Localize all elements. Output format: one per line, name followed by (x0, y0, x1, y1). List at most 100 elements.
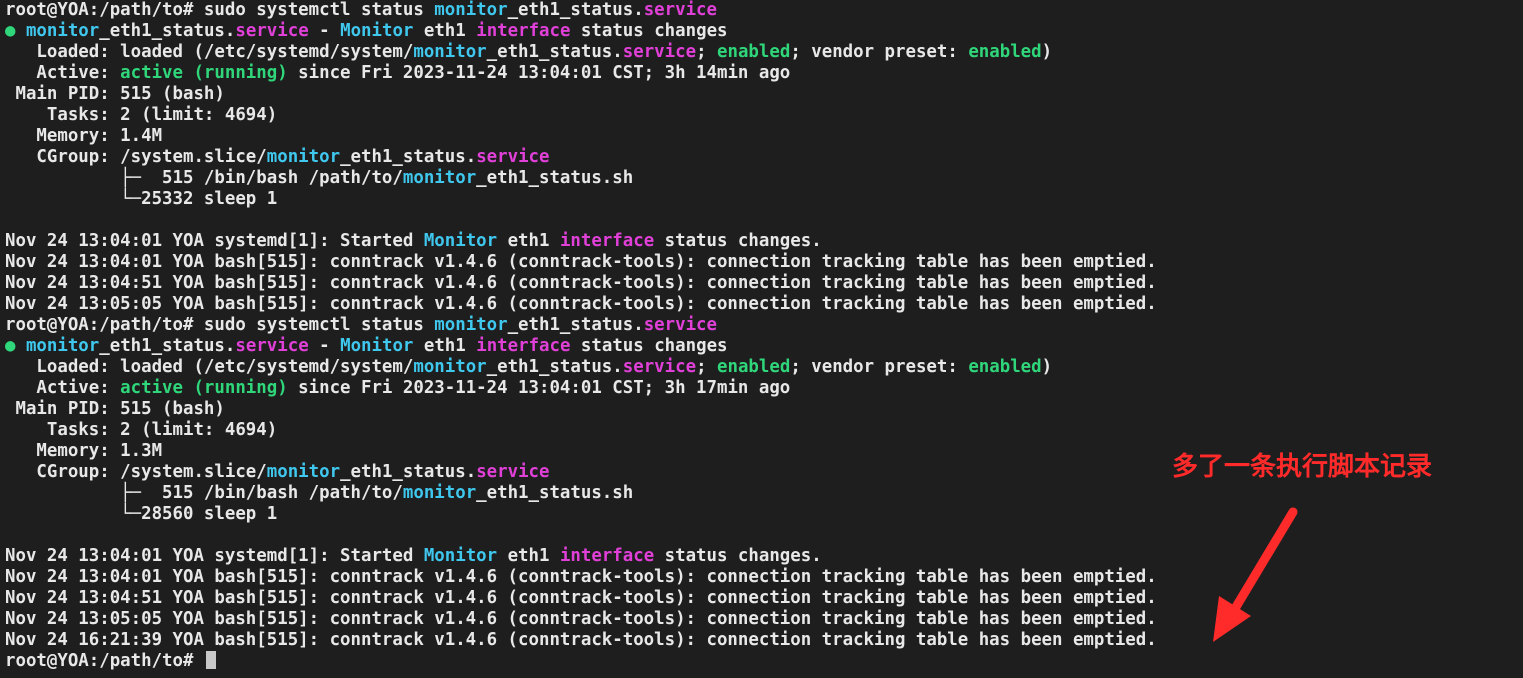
terminal-text: active (running) (120, 63, 288, 83)
terminal-text: interface (476, 336, 571, 356)
terminal-text: service (622, 42, 697, 62)
terminal-text: Monitor (340, 336, 414, 356)
terminal-text: Loaded: loaded (/etc/systemd/system/ (5, 357, 414, 377)
terminal-text: ) (1041, 42, 1053, 62)
terminal-text: ; (696, 42, 718, 62)
terminal-text: Nov 24 13:04:51 YOA bash[515]: conntrack… (5, 588, 1157, 608)
terminal-text: Monitor (423, 231, 498, 251)
terminal-text: enabled (717, 42, 791, 62)
terminal-line: Nov 24 13:04:01 YOA bash[515]: conntrack… (5, 252, 1515, 273)
terminal-text: Nov 24 16:21:39 YOA bash[515]: conntrack… (5, 630, 1157, 650)
terminal-line: root@YOA:/path/to# sudo systemctl status… (5, 315, 1515, 336)
terminal-text: monitor (434, 315, 508, 335)
terminal-text: interface (559, 546, 655, 566)
terminal-text: service (235, 21, 309, 41)
terminal-text: Tasks: 2 (limit: 4694) (5, 420, 278, 440)
terminal-text: _eth1_status. (99, 21, 236, 41)
terminal-text: ├─ 515 /bin/bash /path/to/ (5, 168, 403, 188)
terminal-text: ; vendor preset: (790, 357, 969, 377)
terminal-line: Main PID: 515 (bash) (5, 399, 1515, 420)
terminal-text: Nov 24 13:04:51 YOA bash[515]: conntrack… (5, 273, 1157, 293)
terminal-text: Memory: 1.3M (5, 441, 163, 461)
terminal-text: service (476, 462, 550, 482)
terminal-line: ├─ 515 /bin/bash /path/to/monitor_eth1_s… (5, 168, 1515, 189)
terminal-text: monitor (413, 357, 487, 377)
terminal-text: Monitor (340, 21, 414, 41)
terminal-text: - (308, 21, 341, 41)
terminal-text: CGroup: /system.slice/ (5, 147, 267, 167)
terminal-line: Main PID: 515 (bash) (5, 84, 1515, 105)
terminal-text: active (running) (120, 378, 288, 398)
terminal-line: Loaded: loaded (/etc/systemd/system/moni… (5, 357, 1515, 378)
terminal-line: ● monitor_eth1_status.service - Monitor … (5, 21, 1515, 42)
red-arrow-icon (1213, 507, 1298, 642)
terminal-text: ) (1041, 357, 1053, 377)
terminal-line: root@YOA:/path/to# sudo systemctl status… (5, 0, 1515, 21)
terminal-text: eth1 (413, 336, 477, 356)
terminal-text: monitor (266, 462, 341, 482)
terminal-text: service (643, 0, 717, 20)
terminal-text: _eth1_status. (99, 336, 236, 356)
terminal-line: └─25332 sleep 1 (5, 189, 1515, 210)
terminal-text: monitor (402, 168, 477, 188)
terminal-text: monitor (402, 483, 477, 503)
terminal-text: Main PID: 515 (bash) (5, 84, 225, 104)
terminal-line: Active: active (running) since Fri 2023-… (5, 63, 1515, 84)
terminal-line: Active: active (running) since Fri 2023-… (5, 378, 1515, 399)
terminal-text: service (622, 357, 697, 377)
terminal-text: ● (5, 336, 26, 356)
terminal-text: Monitor (423, 546, 498, 566)
terminal-line: ● monitor_eth1_status.service - Monitor … (5, 336, 1515, 357)
terminal-text: _eth1_status.sh (476, 483, 634, 503)
terminal-text: _eth1_status. (507, 0, 644, 20)
terminal-text: monitor (266, 147, 341, 167)
terminal-text: monitor (25, 336, 100, 356)
terminal-text: status changes. (654, 546, 822, 566)
terminal-text: monitor (25, 21, 100, 41)
terminal-text: _eth1_status. (340, 462, 477, 482)
terminal-line: Loaded: loaded (/etc/systemd/system/moni… (5, 42, 1515, 63)
terminal-text: - (308, 336, 341, 356)
terminal-text: ; (696, 357, 718, 377)
terminal-text: monitor (434, 0, 508, 20)
annotation-label: 多了一条执行脚本记录 (1172, 452, 1433, 482)
terminal-text: status changes. (654, 231, 822, 251)
terminal-text: enabled (717, 357, 791, 377)
terminal-text: Nov 24 13:05:05 YOA bash[515]: conntrack… (5, 294, 1157, 314)
terminal-text: _eth1_status. (486, 357, 623, 377)
terminal-text: eth1 (497, 231, 560, 251)
terminal-text: status changes (570, 21, 728, 41)
terminal-text: Nov 24 13:04:01 YOA systemd[1]: Started (5, 546, 424, 566)
terminal-text: _eth1_status. (507, 315, 644, 335)
terminal-text: Active: (5, 378, 121, 398)
terminal-text: _eth1_status.sh (476, 168, 634, 188)
terminal-text: CGroup: /system.slice/ (5, 462, 267, 482)
terminal-text: service (643, 315, 717, 335)
terminal-text: eth1 (497, 546, 560, 566)
terminal-text: interface (476, 21, 571, 41)
terminal-text: Nov 24 13:05:05 YOA bash[515]: conntrack… (5, 609, 1157, 629)
terminal-text: Active: (5, 63, 121, 83)
terminal-text: ; vendor preset: (790, 42, 969, 62)
terminal-text: monitor (413, 42, 487, 62)
terminal-line: CGroup: /system.slice/monitor_eth1_statu… (5, 147, 1515, 168)
terminal-line: Memory: 1.4M (5, 126, 1515, 147)
terminal-text: enabled (968, 357, 1042, 377)
terminal-line: Nov 24 13:04:51 YOA bash[515]: conntrack… (5, 273, 1515, 294)
terminal-text: root@YOA:/path/to# sudo systemctl status (5, 0, 435, 20)
terminal-line: Nov 24 13:04:01 YOA systemd[1]: Started … (5, 231, 1515, 252)
terminal-text: Nov 24 13:04:01 YOA bash[515]: conntrack… (5, 567, 1157, 587)
terminal-text: since Fri 2023-11-24 13:04:01 CST; 3h 14… (287, 63, 791, 83)
terminal-cursor (205, 651, 216, 669)
terminal-text: service (235, 336, 309, 356)
terminal-text: eth1 (413, 21, 477, 41)
terminal-text: Loaded: loaded (/etc/systemd/system/ (5, 42, 414, 62)
terminal-text: enabled (968, 42, 1042, 62)
terminal-text: status changes (570, 336, 728, 356)
terminal-line: Tasks: 2 (limit: 4694) (5, 420, 1515, 441)
terminal-text: since Fri 2023-11-24 13:04:01 CST; 3h 17… (287, 378, 791, 398)
terminal-text: interface (559, 231, 655, 251)
terminal-text: _eth1_status. (486, 42, 623, 62)
terminal-text: service (476, 147, 550, 167)
